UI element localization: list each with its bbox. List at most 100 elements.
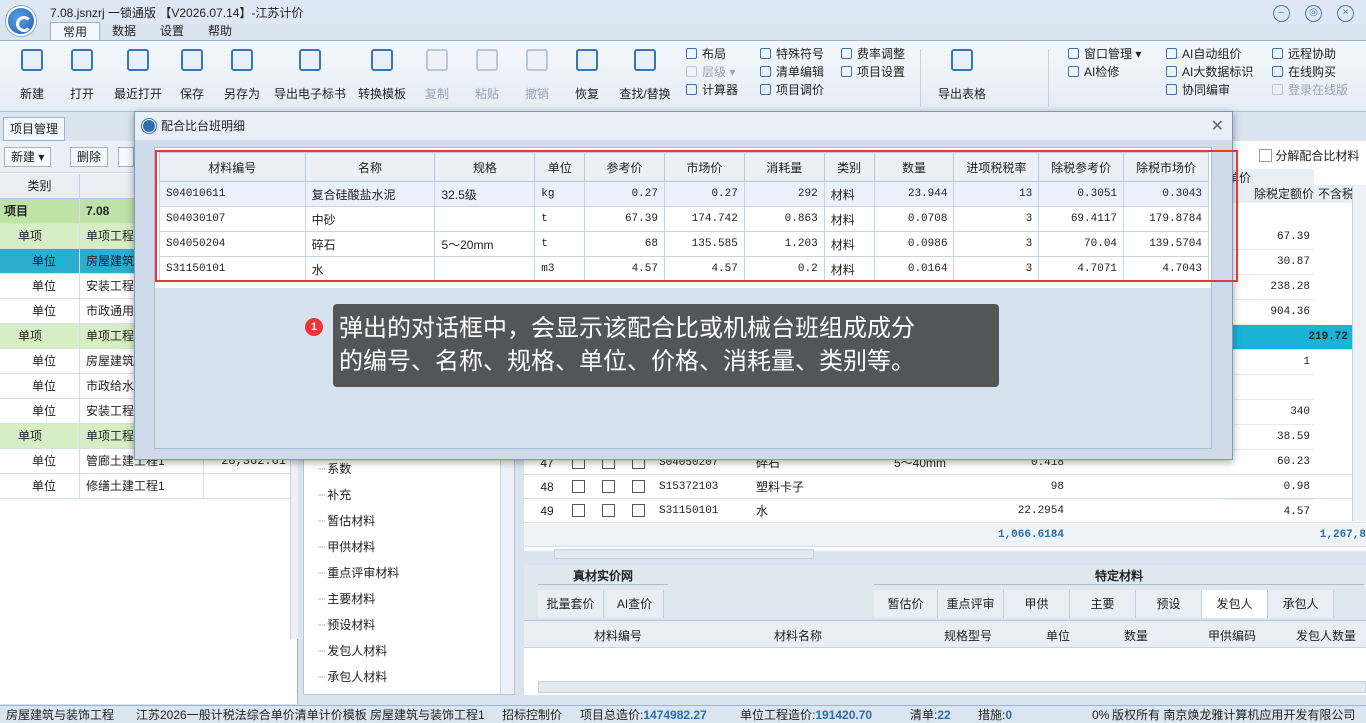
copy-button[interactable]: 复制 [410,47,464,107]
special-symbol-button[interactable]: 特殊符号 [760,45,824,63]
export-bid-button[interactable]: 导出电子标书 [270,47,350,107]
redo-icon [576,49,598,71]
tree-item-owner-supplied[interactable]: 甲供材料 [318,534,375,560]
tree-item-key-review[interactable]: 重点评审材料 [318,560,399,586]
close-icon[interactable]: × [1337,5,1354,22]
app-logo-icon[interactable] [6,6,36,36]
dialog-title: 配合比台班明细 [161,119,246,133]
tree-item-employer[interactable]: 发包人材料 [318,638,387,664]
export-table-button[interactable]: 导出表格 [932,47,992,107]
tree-row-category: 单位 [0,274,80,298]
highlight-frame [155,150,1238,282]
special-material-tabs: 暂估价 重点评审 甲供 主要 预设 发包人 承包人 [874,590,1334,618]
unit-price-cell[interactable]: 1 [1224,350,1314,375]
rate-icon [841,48,852,59]
row-checkbox[interactable] [602,504,615,517]
tab-main[interactable]: 主要 [1070,590,1136,618]
tooltip-line-1: 弹出的对话框中，会显示该配合比或机械台班组成成分 [339,315,915,342]
unit-price-cell[interactable]: 340 [1224,400,1314,425]
unit-price-cell[interactable]: 38.59 [1224,425,1314,450]
unit-price-cell[interactable] [1224,375,1314,400]
calculator-button[interactable]: 计算器 [686,81,738,99]
tree-item-contractor[interactable]: 承包人材料 [318,664,387,690]
batch-price-button[interactable]: 批量套价 [538,590,604,618]
tab-settings[interactable]: 设置 [148,22,196,40]
row-checkbox[interactable] [572,480,585,493]
project-settings-button[interactable]: 项目设置 [841,63,905,81]
dialog-close-icon[interactable]: ✕ [1211,116,1224,136]
split-mix-checkbox[interactable] [1259,149,1272,162]
list-edit-button[interactable]: 清单编辑 [760,63,824,81]
undo-button[interactable]: 撤销 [510,47,564,107]
tab-data[interactable]: 数据 [100,22,148,40]
save-as-button[interactable]: 另存为 [215,47,269,107]
ribbon-divider [1048,49,1049,107]
tree-row[interactable]: 单位 修缮土建工程1 [0,474,298,499]
tab-project-manage[interactable]: 项目管理 [3,117,65,141]
tree-item-supplement[interactable]: 补充 [318,482,351,508]
convert-template-button[interactable]: 转换模板 [352,47,412,107]
dialog-app-icon [142,119,156,133]
bottom-hscrollbar[interactable] [538,681,1366,693]
new-file-icon [21,49,43,71]
ribbon-divider [920,49,921,107]
save-as-icon [231,49,253,71]
tree-more-button[interactable] [118,147,134,167]
status-copyright: 版权所有 南京焕龙雅计算机应用开发有限公司 [1112,708,1356,722]
row-checkbox[interactable] [632,480,645,493]
row-checkbox[interactable] [572,504,585,517]
row-checkbox[interactable] [632,504,645,517]
tree-item-preset[interactable]: 预设材料 [318,612,375,638]
bottom-panel-tabs: 真材实价网 批量套价 AI查价 特定材料 暂估价 重点评审 甲供 主要 预设 发… [524,565,1366,618]
unit-price-cell[interactable]: 904.36 [1224,300,1314,325]
ai-price-check-button[interactable]: AI查价 [606,590,664,618]
tab-key-review[interactable]: 重点评审 [938,590,1004,618]
row-checkbox[interactable] [602,480,615,493]
table-row[interactable]: 49 S31150101 水 22.2954 [524,500,1366,523]
layout-button[interactable]: 布局 [686,45,738,63]
level-dropdown[interactable]: 层级 ▾ [686,63,738,81]
cart-icon [1272,66,1283,77]
restore-icon[interactable]: ◎ [1305,5,1322,22]
tab-common[interactable]: 常用 [50,22,101,40]
table-row[interactable]: 48 S15372103 塑料卡子 98 [524,476,1366,499]
open-button[interactable]: 打开 [55,47,109,107]
tab-contractor[interactable]: 承包人 [1268,590,1334,618]
ai-check-button[interactable]: AI检修 [1068,63,1141,81]
redo-button[interactable]: 恢复 [560,47,614,107]
save-button[interactable]: 保存 [165,47,219,107]
tab-owner-supplied[interactable]: 甲供 [1004,590,1070,618]
tab-provisional[interactable]: 暂估价 [874,590,938,618]
recent-open-button[interactable]: 最近打开 [108,47,168,107]
paste-button[interactable]: 粘贴 [460,47,514,107]
split-mix-option[interactable]: 分解配合比材料 [1259,147,1359,164]
tab-help[interactable]: 帮助 [196,22,244,40]
tab-employer[interactable]: 发包人 [1202,590,1268,618]
ai-check-icon [1068,66,1079,77]
tree-item-main[interactable]: 主要材料 [318,586,375,612]
tab-preset[interactable]: 预设 [1136,590,1202,618]
status-measure-count: 措施:0 [978,708,1013,722]
find-replace-button[interactable]: 查找/替换 [612,47,678,107]
new-button[interactable]: 新建 [5,47,59,107]
convert-icon [371,49,393,71]
ai-bigdata-button[interactable]: AI大数据标识 [1166,63,1253,81]
online-buy-button[interactable]: 在线购买 [1272,63,1348,81]
tree-row-value [204,474,290,498]
price-adjust-button[interactable]: 项目调价 [760,81,824,99]
remote-assist-button[interactable]: 远程协助 [1272,45,1348,63]
tree-scrollbar[interactable] [500,456,514,694]
rate-adjust-button[interactable]: 费率调整 [841,45,905,63]
tree-new-button[interactable]: 新建 ▾ [4,147,52,167]
tree-item-provisional[interactable]: 暂估材料 [318,508,375,534]
online-login-button[interactable]: 登录在线版 [1272,81,1348,99]
collab-review-button[interactable]: 协同编审 [1166,81,1253,99]
grid-hscrollbar[interactable] [554,549,814,559]
tree-delete-button[interactable]: 删除 [70,147,109,167]
minimize-icon[interactable]: – [1273,5,1290,22]
ai-auto-price-button[interactable]: AI自动组价 [1166,45,1253,63]
window-manage-dropdown[interactable]: 窗口管理 ▾ [1068,45,1141,63]
unit-price-cell[interactable]: 219.72 [1224,325,1352,350]
grid-scrollbar[interactable] [1352,185,1366,521]
ribbon-group-ai: AI自动组价 AI大数据标识 协同编审 [1166,45,1253,99]
